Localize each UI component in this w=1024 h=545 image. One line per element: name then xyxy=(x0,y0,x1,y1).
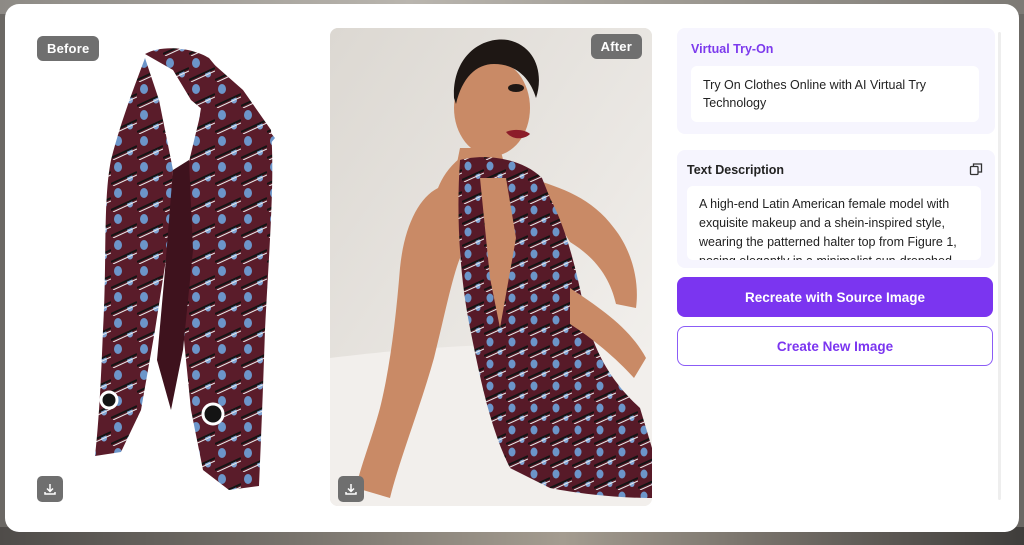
before-badge: Before xyxy=(37,36,100,61)
after-image-panel: After xyxy=(330,28,652,506)
virtual-tryon-text: Try On Clothes Online with AI Virtual Tr… xyxy=(691,66,979,122)
sidebar-scrollbar[interactable] xyxy=(998,32,1001,500)
text-description-title: Text Description xyxy=(687,163,785,177)
after-model-image xyxy=(330,28,652,506)
before-image-panel: Before xyxy=(33,30,323,512)
after-download-button[interactable] xyxy=(338,476,364,502)
virtual-tryon-title: Virtual Try-On xyxy=(691,42,774,56)
result-modal: Before After Virtual Try-On Try On Cloth… xyxy=(5,4,1019,532)
text-description-card: Text Description A high-end Latin Americ… xyxy=(677,150,995,268)
recreate-with-source-button[interactable]: Recreate with Source Image xyxy=(677,277,993,317)
download-icon xyxy=(345,484,357,495)
virtual-tryon-card: Virtual Try-On Try On Clothes Online wit… xyxy=(677,28,995,134)
before-garment-image xyxy=(95,48,275,490)
copy-icon[interactable] xyxy=(969,162,983,176)
before-download-button[interactable] xyxy=(37,476,63,502)
text-description-content[interactable]: A high-end Latin American female model w… xyxy=(687,186,981,260)
create-new-image-button[interactable]: Create New Image xyxy=(677,326,993,366)
details-sidebar: Virtual Try-On Try On Clothes Online wit… xyxy=(677,28,995,502)
download-icon xyxy=(44,484,56,495)
after-badge: After xyxy=(590,34,642,59)
